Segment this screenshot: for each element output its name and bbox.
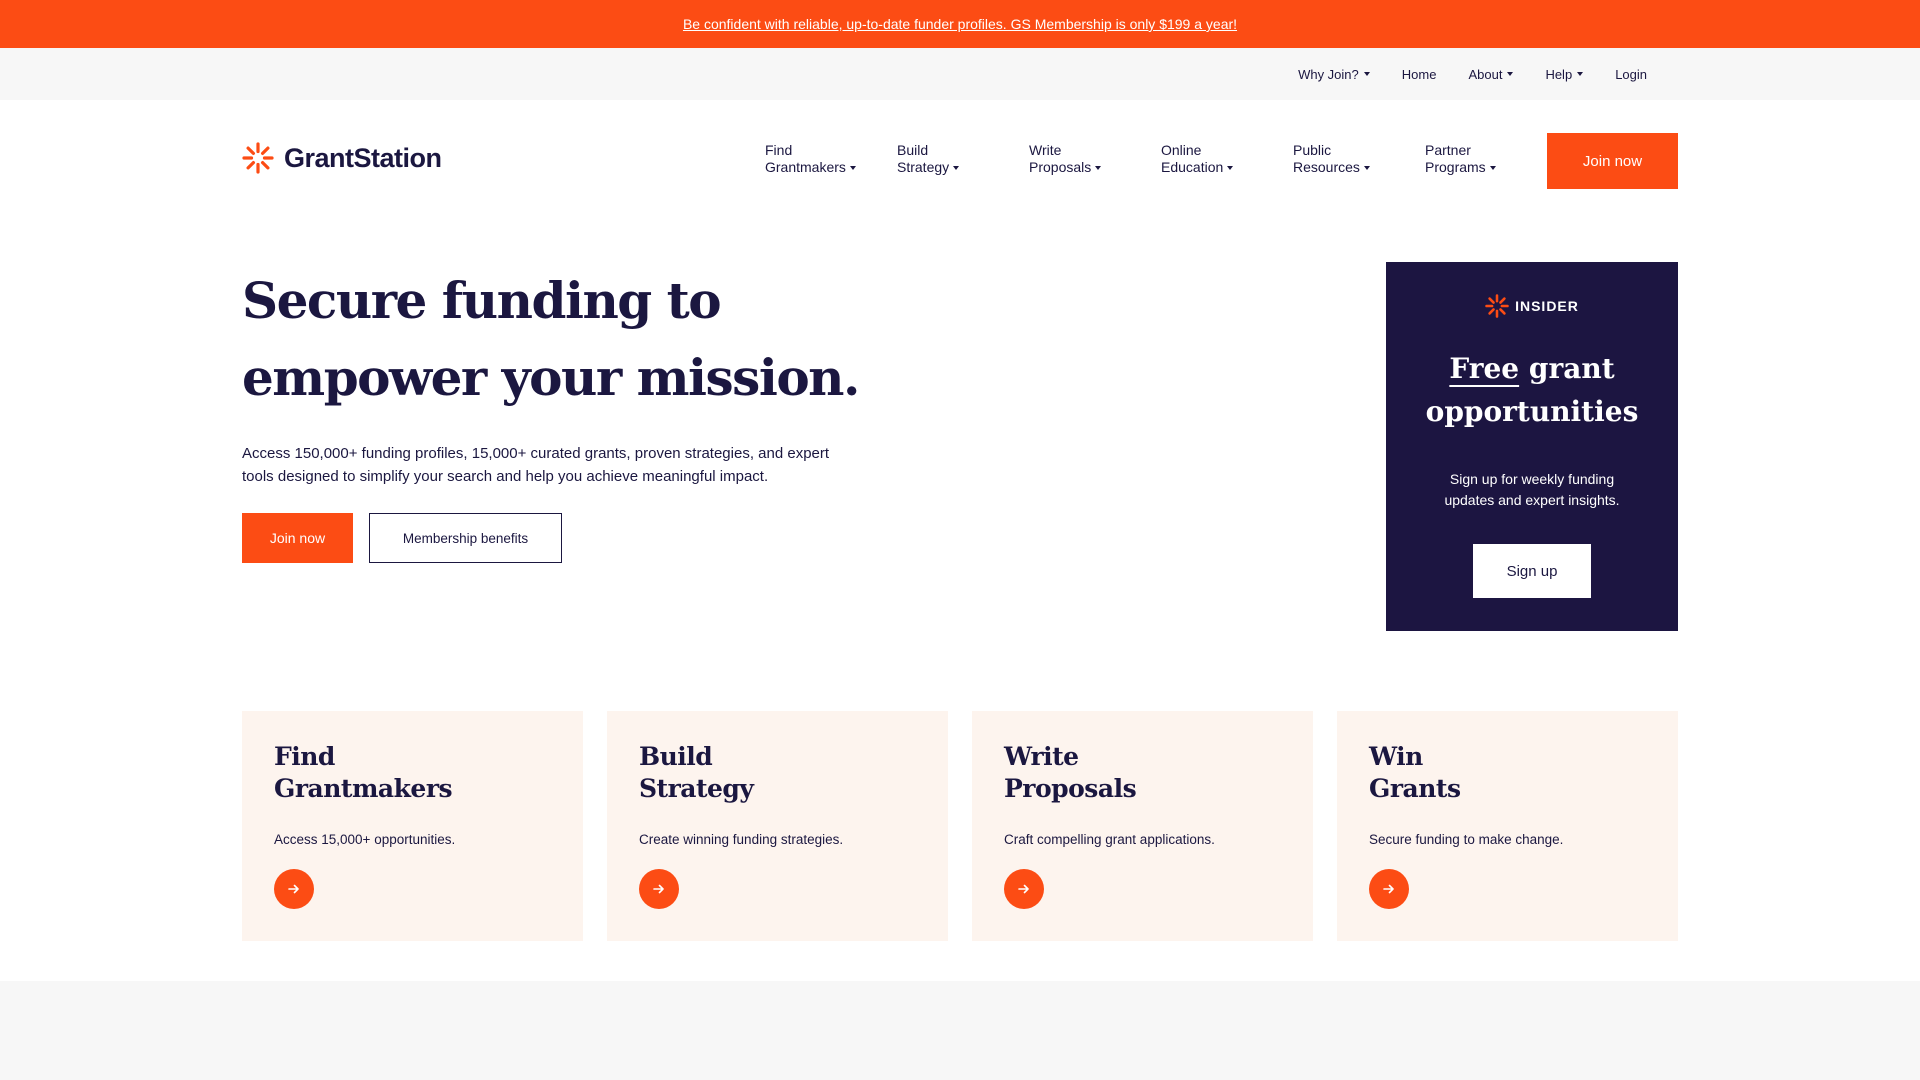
card-title-line2: Grantmakers: [274, 774, 453, 803]
footer-band: [0, 981, 1920, 1080]
feature-cards: Find Grantmakers Access 15,000+ opportun…: [242, 711, 1678, 941]
card-title: Build Strategy: [639, 741, 754, 805]
nav-label-line2: Education: [1161, 159, 1224, 175]
nav-label-line1: Build: [897, 142, 929, 158]
caret-down-icon: [1363, 72, 1370, 76]
nav-label-line2: Grantmakers: [765, 159, 846, 175]
arrow-right-icon: [288, 884, 299, 894]
card-title-line2: Grants: [1369, 774, 1461, 803]
card-description: Create winning funding strategies.: [639, 832, 844, 847]
join-now-button[interactable]: Join now: [242, 513, 353, 563]
arrow-right-icon: [653, 884, 664, 894]
utility-nav: Why Join? Home About Help Login: [1298, 48, 1647, 100]
hero-actions: Join now Membership benefits: [242, 513, 862, 563]
sunburst-icon: [1485, 294, 1509, 318]
card-win-grants[interactable]: Win Grants Secure funding to make change…: [1337, 711, 1678, 941]
promo-bar: Be confident with reliable, up-to-date f…: [0, 0, 1920, 48]
caret-down-icon: [849, 165, 856, 170]
nav-find-grantmakers[interactable]: Find Grantmakers: [765, 142, 897, 176]
caret-down-icon: [953, 165, 960, 170]
nav-build-strategy[interactable]: Build Strategy: [897, 142, 1029, 176]
card-title-line1: Find: [274, 742, 335, 771]
card-arrow-button[interactable]: [1369, 869, 1409, 909]
nav-online-education[interactable]: Online Education: [1161, 142, 1293, 176]
card-title-line1: Write: [1004, 742, 1079, 771]
caret-down-icon: [1577, 72, 1584, 76]
card-build-strategy[interactable]: Build Strategy Create winning funding st…: [607, 711, 948, 941]
caret-down-icon: [1489, 165, 1496, 170]
utility-nav-label: Home: [1401, 66, 1437, 82]
insider-badge: INSIDER: [1386, 294, 1678, 318]
utility-nav-label: Login: [1615, 66, 1647, 82]
insider-title-free: Free: [1449, 352, 1520, 385]
utility-nav-about[interactable]: About: [1468, 66, 1514, 82]
caret-down-icon: [1363, 165, 1370, 170]
nav-partner-programs[interactable]: Partner Programs: [1425, 142, 1557, 176]
card-write-proposals[interactable]: Write Proposals Craft compelling grant a…: [972, 711, 1313, 941]
utility-nav-login[interactable]: Login: [1615, 67, 1647, 82]
utility-nav-why-join[interactable]: Why Join?: [1298, 67, 1370, 82]
utility-nav-label: About: [1468, 66, 1503, 82]
card-description: Access 15,000+ opportunities.: [274, 832, 456, 847]
card-arrow-button[interactable]: [274, 869, 314, 909]
utility-nav-home[interactable]: Home: [1402, 67, 1437, 82]
arrow-right-icon: [1018, 884, 1029, 894]
nav-label-line1: Online: [1161, 142, 1202, 158]
caret-down-icon: [1227, 165, 1234, 170]
nav-label-line2: Strategy: [897, 159, 950, 175]
hero-subtitle: Access 150,000+ funding profiles, 15,000…: [242, 445, 830, 485]
arrow-right-icon: [1383, 884, 1394, 894]
card-title-line1: Win: [1369, 742, 1423, 771]
card-title-line2: Proposals: [1004, 774, 1137, 803]
card-description: Craft compelling grant applications.: [1004, 832, 1215, 847]
nav-label-line2: Resources: [1293, 159, 1360, 175]
utility-nav-label: Help: [1545, 66, 1573, 82]
nav-public-resources[interactable]: Public Resources: [1293, 142, 1425, 176]
hero-title: Secure funding to empower your mission.: [242, 262, 862, 416]
utility-nav-label: Why Join?: [1298, 66, 1359, 82]
utility-nav-help[interactable]: Help: [1545, 66, 1584, 82]
hero-title-line2: empower your mission.: [242, 348, 860, 407]
sunburst-icon: [242, 142, 274, 174]
card-title: Find Grantmakers: [274, 741, 453, 805]
insider-title: Free grant opportunities: [1386, 347, 1678, 433]
card-arrow-button[interactable]: [1004, 869, 1044, 909]
insider-description: Sign up for weekly funding updates and e…: [1444, 471, 1620, 508]
insider-signup-card: INSIDER Free grant opportunities Sign up…: [1386, 262, 1678, 631]
nav-label-line1: Partner: [1425, 142, 1471, 158]
hero-title-line1: Secure funding to: [242, 271, 722, 330]
join-now-header-button[interactable]: Join now: [1547, 133, 1678, 189]
insider-title-line2: opportunities: [1425, 395, 1639, 428]
utility-bar: Why Join? Home About Help Login: [0, 48, 1920, 100]
nav-label-line1: Write: [1029, 142, 1062, 158]
card-description: Secure funding to make change.: [1369, 832, 1564, 847]
nav-label-line2: Proposals: [1029, 159, 1092, 175]
insider-badge-label: INSIDER: [1515, 298, 1579, 314]
logo[interactable]: GrantStation: [242, 142, 442, 174]
nav-label-line2: Programs: [1425, 159, 1486, 175]
sign-up-button[interactable]: Sign up: [1473, 544, 1591, 598]
card-title-line2: Strategy: [639, 774, 754, 803]
nav-write-proposals[interactable]: Write Proposals: [1029, 142, 1161, 176]
nav-label-line1: Public: [1293, 142, 1332, 158]
site-header: GrantStation Find Grantmakers Build Stra…: [0, 100, 1920, 220]
membership-benefits-button[interactable]: Membership benefits: [369, 513, 562, 563]
card-title-line1: Build: [639, 742, 713, 771]
hero: Secure funding to empower your mission. …: [242, 262, 862, 563]
caret-down-icon: [1507, 72, 1514, 76]
card-title: Write Proposals: [1004, 741, 1137, 805]
caret-down-icon: [1095, 165, 1102, 170]
card-arrow-button[interactable]: [639, 869, 679, 909]
promo-link[interactable]: Be confident with reliable, up-to-date f…: [683, 16, 1237, 32]
card-find-grantmakers[interactable]: Find Grantmakers Access 15,000+ opportun…: [242, 711, 583, 941]
main-nav: Find Grantmakers Build Strategy Write Pr…: [765, 142, 1557, 176]
nav-label-line1: Find: [765, 142, 793, 158]
insider-title-rest: grant: [1528, 352, 1615, 385]
card-title: Win Grants: [1369, 741, 1461, 805]
logo-text: GrantStation: [284, 142, 442, 173]
